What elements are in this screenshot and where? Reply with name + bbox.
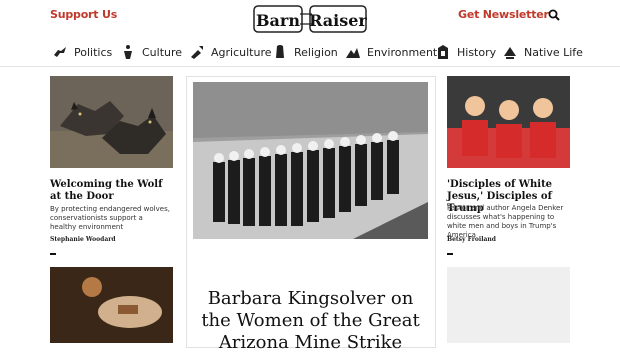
nav-label: Religion — [294, 45, 338, 59]
politics-icon — [54, 47, 66, 57]
left-story-desc: By protecting endangered wolves, conserv… — [50, 205, 170, 231]
svg-text:Barn: Barn — [256, 11, 300, 30]
barn-raiser-logo: Barn Raiser — [253, 5, 367, 33]
search-icon[interactable] — [548, 9, 560, 21]
get-newsletter-link[interactable]: Get Newsletter — [458, 8, 549, 21]
nav-item-native-life[interactable]: Native Life — [502, 42, 583, 62]
left-story-author[interactable]: Stephanie Woodard — [50, 236, 116, 243]
nav-label: Politics — [74, 45, 113, 59]
left-story-title[interactable]: Welcoming the Wolf at the Door — [50, 179, 170, 203]
trump-supporters-photo[interactable] — [447, 76, 570, 168]
nav-item-politics[interactable]: Politics — [52, 42, 112, 62]
nav-item-history[interactable]: History — [435, 42, 496, 62]
environment-icon — [346, 48, 360, 58]
history-icon — [438, 45, 448, 59]
nav-label: Agriculture — [211, 45, 272, 59]
right-story-author[interactable]: Betsy Froiland — [447, 236, 496, 243]
nav-label: History — [457, 45, 497, 59]
nav-item-religion[interactable]: Religion — [272, 42, 338, 62]
right-story-divider — [447, 253, 453, 255]
religion-icon — [276, 45, 284, 58]
nav-label: Native Life — [524, 45, 583, 59]
dining-photo[interactable] — [50, 267, 173, 343]
nav-label: Culture — [142, 45, 183, 59]
nav-label: Environment — [367, 45, 438, 59]
featured-photo[interactable] — [193, 82, 428, 239]
site-logo[interactable]: Barn Raiser — [252, 2, 368, 36]
left-story-divider — [50, 253, 56, 255]
nav-item-culture[interactable]: Culture — [120, 42, 182, 62]
native-life-icon — [504, 47, 516, 59]
category-nav: Politics Culture Agriculture Religion En… — [0, 38, 620, 67]
agriculture-icon — [191, 46, 203, 59]
svg-text:Raiser: Raiser — [309, 11, 367, 30]
site-header: Support Us Barn Raiser Get Newsletter — [0, 0, 620, 36]
nav-item-environment[interactable]: Environment — [345, 42, 437, 62]
support-us-link[interactable]: Support Us — [50, 8, 117, 21]
wolf-photo[interactable] — [50, 76, 173, 168]
placeholder-image — [447, 267, 570, 343]
nav-item-agriculture[interactable]: Agriculture — [189, 42, 272, 62]
culture-icon — [124, 45, 132, 59]
featured-story-title[interactable]: Barbara Kingsolver on the Women of the G… — [193, 288, 428, 354]
right-story-desc: Pastor and author Angela Denker discusse… — [447, 204, 564, 239]
